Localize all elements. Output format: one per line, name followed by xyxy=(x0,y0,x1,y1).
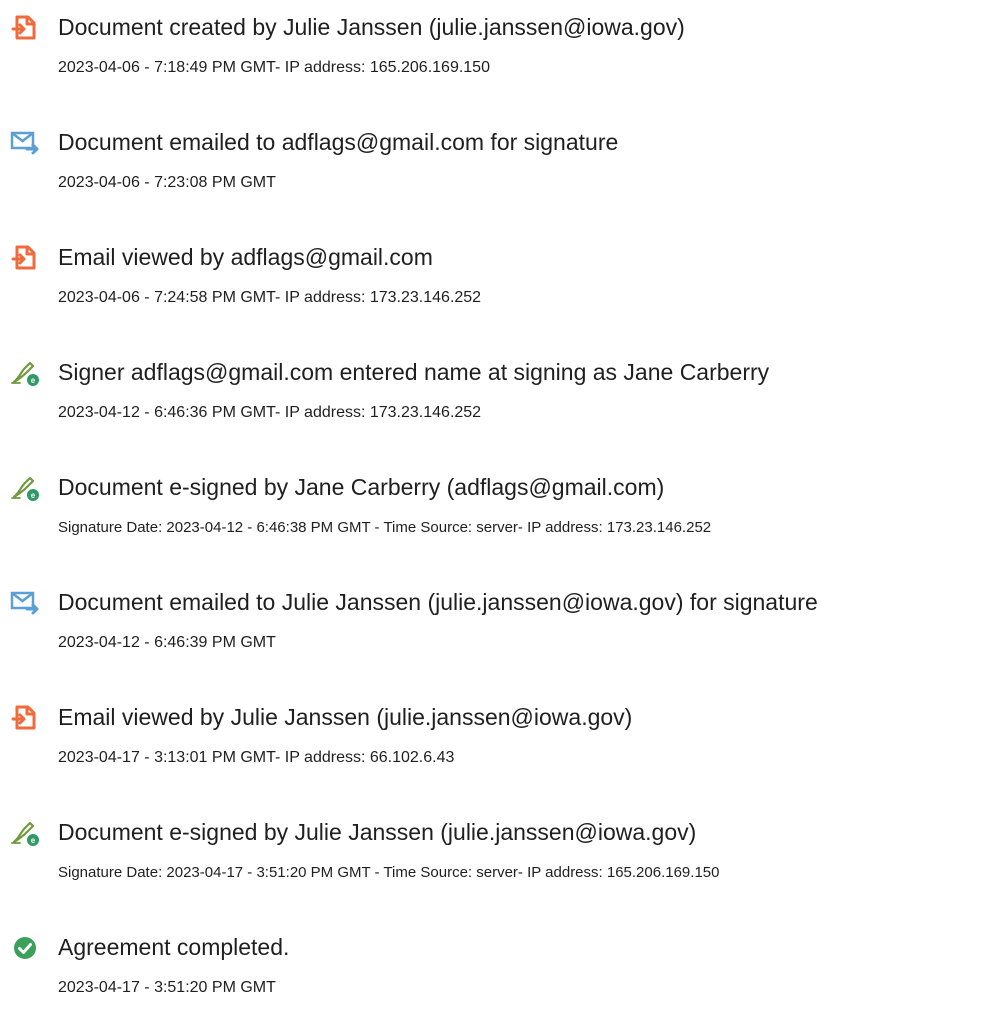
event-detail: Signature Date: 2023-04-17 - 3:51:20 PM … xyxy=(58,864,720,881)
audit-event-document-e-signed: e Document e-signed by Jane Carberry (ad… xyxy=(0,473,1001,573)
audit-event-document-e-signed: e Document e-signed by Julie Janssen (ju… xyxy=(0,818,1001,918)
event-title: Document created by Julie Janssen (julie… xyxy=(58,14,685,40)
e-sign-pen-icon: e xyxy=(11,361,39,386)
event-title: Signer adflags@gmail.com entered name at… xyxy=(58,359,770,385)
event-detail: 2023-04-17 - 3:13:01 PM GMT- IP address:… xyxy=(58,749,455,766)
audit-event-document-emailed: Document emailed to Julie Janssen (julie… xyxy=(0,588,1001,688)
e-sign-pen-icon: e xyxy=(11,821,39,846)
completed-checkmark-icon xyxy=(14,937,36,959)
svg-text:e: e xyxy=(31,376,36,385)
audit-event-signer-name-entered: e Signer adflags@gmail.com entered name … xyxy=(0,358,1001,458)
event-detail: 2023-04-17 - 3:51:20 PM GMT xyxy=(58,979,276,996)
event-detail: 2023-04-06 - 7:23:08 PM GMT xyxy=(58,174,276,191)
document-created-icon xyxy=(11,15,36,40)
audit-event-document-emailed: Document emailed to adflags@gmail.com fo… xyxy=(0,128,1001,228)
event-title: Document e-signed by Julie Janssen (juli… xyxy=(58,819,697,845)
svg-text:e: e xyxy=(31,836,36,845)
audit-event-document-created: Document created by Julie Janssen (julie… xyxy=(0,13,1001,113)
event-detail: 2023-04-06 - 7:24:58 PM GMT- IP address:… xyxy=(58,289,482,306)
audit-event-agreement-completed: Agreement completed. 2023-04-17 - 3:51:2… xyxy=(0,933,1001,1033)
event-detail: 2023-04-12 - 6:46:39 PM GMT xyxy=(58,634,276,651)
event-title: Agreement completed. xyxy=(58,934,290,960)
event-title: Email viewed by adflags@gmail.com xyxy=(58,244,433,270)
audit-event-email-viewed: Email viewed by Julie Janssen (julie.jan… xyxy=(0,703,1001,803)
event-title: Email viewed by Julie Janssen (julie.jan… xyxy=(58,704,633,730)
document-viewed-icon xyxy=(11,245,36,270)
event-detail: Signature Date: 2023-04-12 - 6:46:38 PM … xyxy=(58,519,712,536)
audit-event-email-viewed: Email viewed by adflags@gmail.com 2023-0… xyxy=(0,243,1001,343)
event-detail: 2023-04-06 - 7:18:49 PM GMT- IP address:… xyxy=(58,59,490,76)
event-title: Document e-signed by Jane Carberry (adfl… xyxy=(58,474,665,500)
email-sent-icon xyxy=(10,591,39,615)
event-detail: 2023-04-12 - 6:46:36 PM GMT- IP address:… xyxy=(58,404,482,421)
document-viewed-icon xyxy=(11,705,36,730)
email-sent-icon xyxy=(10,131,39,155)
event-title: Document emailed to Julie Janssen (julie… xyxy=(58,589,818,615)
event-title: Document emailed to adflags@gmail.com fo… xyxy=(58,129,619,155)
e-sign-pen-icon: e xyxy=(11,476,39,501)
svg-text:e: e xyxy=(31,491,36,500)
